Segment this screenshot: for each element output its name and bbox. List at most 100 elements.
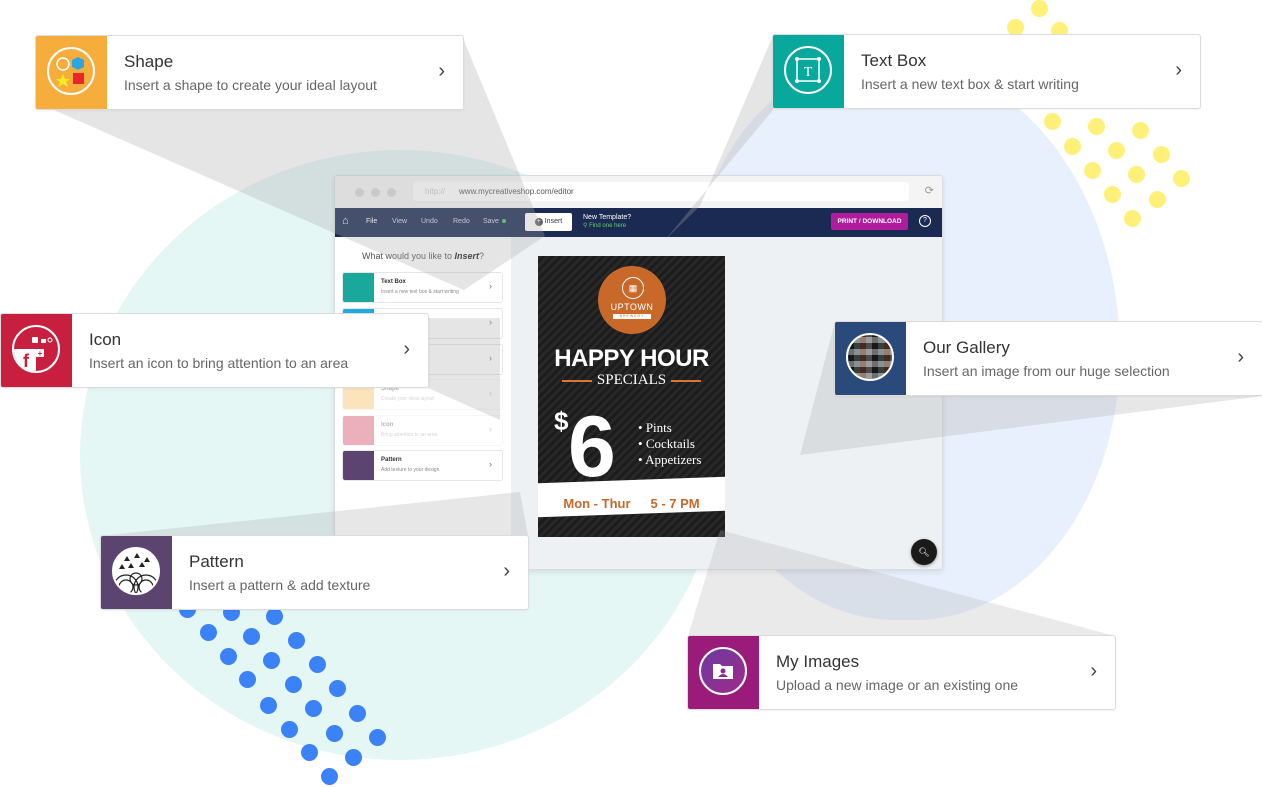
card-title: Text Box: [861, 51, 927, 70]
card-title: Pattern: [189, 552, 244, 571]
poster-item: Pints: [638, 420, 701, 436]
gallery-icon: [835, 322, 906, 395]
card-subtitle: Upload a new image or an existing one: [776, 677, 1019, 693]
url-text: www.mycreativeshop.com/editor: [459, 187, 574, 196]
url-protocol: http://: [425, 187, 446, 196]
nav-view[interactable]: View: [392, 218, 407, 225]
nav-save[interactable]: Save: [483, 218, 506, 225]
sidebar-item-subtitle: Add texture to your design: [381, 467, 440, 473]
find-template-link[interactable]: ⚲ Find one here: [583, 222, 631, 231]
nav-file[interactable]: File: [366, 218, 377, 225]
card-title: Shape: [124, 52, 174, 71]
sidebar-item-title: Pattern: [381, 457, 402, 463]
new-template-label: New Template?: [583, 214, 632, 221]
shape-icon: [36, 36, 107, 109]
card-subtitle: Insert an icon to bring attention to an …: [89, 355, 349, 371]
poster-time: 5 - 7 PM: [650, 496, 700, 511]
sidebar-item-textbox[interactable]: Text Box Insert a new text box & start w…: [342, 272, 503, 303]
barrel-icon: ▦: [622, 277, 644, 299]
card-subtitle: Insert a pattern & add texture: [189, 577, 371, 593]
card-pattern[interactable]: Pattern Insert a pattern & add texture ›: [100, 535, 529, 610]
pattern-icon: [343, 451, 374, 480]
card-title: Icon: [89, 330, 122, 349]
card-myimages[interactable]: My Images Upload a new image or an exist…: [687, 635, 1116, 710]
poster-headline: HAPPY HOUR: [554, 345, 709, 372]
insert-button[interactable]: + Insert: [525, 213, 572, 231]
card-icon[interactable]: f + Icon Insert an icon to bring attenti…: [0, 313, 429, 388]
chevron-right-icon: ›: [489, 388, 492, 398]
textbox-icon: [343, 273, 374, 302]
insert-sidebar: What would you like to Insert? Text Box …: [335, 237, 511, 569]
insert-label: Insert: [544, 218, 563, 225]
print-download-button[interactable]: PRINT / DOWNLOAD: [831, 213, 908, 230]
plus-icon: +: [534, 218, 543, 226]
chevron-right-icon: ›: [489, 424, 492, 434]
textbox-icon: T: [773, 35, 844, 108]
nav-undo[interactable]: Undo: [421, 218, 438, 225]
design-canvas[interactable]: ▦ UPTOWN BREWERY HAPPY HOUR SPECIALS $ 6…: [538, 256, 725, 537]
chevron-right-icon: ›: [489, 281, 492, 291]
sidebar-title-suffix: ?: [479, 251, 485, 261]
pattern-icon: [101, 536, 172, 609]
card-subtitle: Insert an image from our huge selection: [923, 363, 1170, 379]
chevron-right-icon: ›: [489, 459, 492, 469]
nav-save-label: Save: [483, 218, 499, 225]
card-title: Our Gallery: [923, 338, 1010, 357]
editor-nav: ⌂ File View Undo Redo Save + Insert New T…: [335, 208, 942, 237]
window-dot: [387, 188, 396, 197]
badge-sub: BREWERY: [613, 314, 651, 319]
card-textbox[interactable]: T Text Box Insert a new text box & start…: [772, 34, 1201, 109]
chevron-right-icon: ›: [503, 560, 510, 582]
sidebar-item-title: Icon: [381, 422, 394, 428]
browser-bar: http:// www.mycreativeshop.com/editor ⟳: [335, 176, 942, 208]
chevron-right-icon: ›: [1090, 660, 1097, 682]
sidebar-title-emphasis: Insert: [454, 251, 480, 261]
sidebar-item-subtitle: Create your ideal layout: [381, 396, 434, 402]
card-subtitle: Insert a new text box & start writing: [861, 76, 1079, 92]
sidebar-title-prefix: What would you like to: [361, 251, 452, 261]
window-dot: [355, 188, 364, 197]
sidebar-title: What would you like to Insert?: [335, 251, 511, 261]
sidebar-item-title: Text Box: [381, 279, 406, 285]
card-gallery[interactable]: Our Gallery Insert an image from our hug…: [834, 321, 1262, 396]
svg-text:+: +: [38, 349, 43, 358]
chevron-right-icon: ›: [438, 60, 445, 82]
poster-subhead-text: SPECIALS: [596, 372, 667, 388]
poster-items: Pints Cocktails Appetizers: [638, 420, 701, 468]
card-shape[interactable]: Shape Insert a shape to create your idea…: [35, 35, 464, 110]
sidebar-item-pattern[interactable]: Pattern Add texture to your design ›: [342, 450, 503, 481]
badge-brand: UPTOWN: [610, 302, 654, 312]
sidebar-item-subtitle: Insert a new text box & start writing: [381, 289, 459, 295]
social-icons-icon: f +: [1, 314, 72, 387]
zoom-icon[interactable]: 🔍︎: [911, 539, 937, 565]
card-title: My Images: [776, 652, 860, 671]
poster-subhead: SPECIALS: [538, 372, 725, 389]
poster-price: 6: [568, 399, 616, 495]
find-template-label: Find one here: [589, 223, 627, 229]
chevron-right-icon: ›: [1175, 59, 1182, 81]
chevron-right-icon: ›: [403, 338, 410, 360]
nav-redo[interactable]: Redo: [453, 218, 470, 225]
brewery-badge: ▦ UPTOWN BREWERY: [601, 269, 663, 331]
folder-user-icon: [688, 636, 759, 709]
poster-hours: Mon - Thur 5 - 7 PM: [538, 496, 725, 511]
chevron-right-icon: ›: [489, 353, 492, 363]
reload-icon[interactable]: ⟳: [925, 184, 934, 197]
chevron-right-icon: ›: [489, 317, 492, 327]
svg-text:f: f: [23, 351, 30, 371]
new-template: New Template? ⚲ Find one here: [583, 213, 631, 231]
sidebar-item-icon[interactable]: Icon Bring attention to an area ›: [342, 415, 503, 446]
sidebar-item-subtitle: Bring attention to an area: [381, 432, 438, 438]
poster-currency: $: [554, 406, 569, 436]
icon-icon: [343, 416, 374, 445]
poster-days: Mon - Thur: [563, 496, 631, 511]
svg-text:T: T: [804, 65, 813, 80]
poster-item: Appetizers: [638, 452, 701, 468]
saved-status-dot: [501, 219, 506, 224]
card-subtitle: Insert a shape to create your ideal layo…: [124, 77, 377, 93]
poster-item: Cocktails: [638, 436, 701, 452]
help-icon[interactable]: ?: [919, 215, 931, 227]
home-icon[interactable]: ⌂: [342, 215, 349, 227]
window-dot: [371, 188, 380, 197]
url-bar[interactable]: http:// www.mycreativeshop.com/editor: [413, 182, 909, 201]
